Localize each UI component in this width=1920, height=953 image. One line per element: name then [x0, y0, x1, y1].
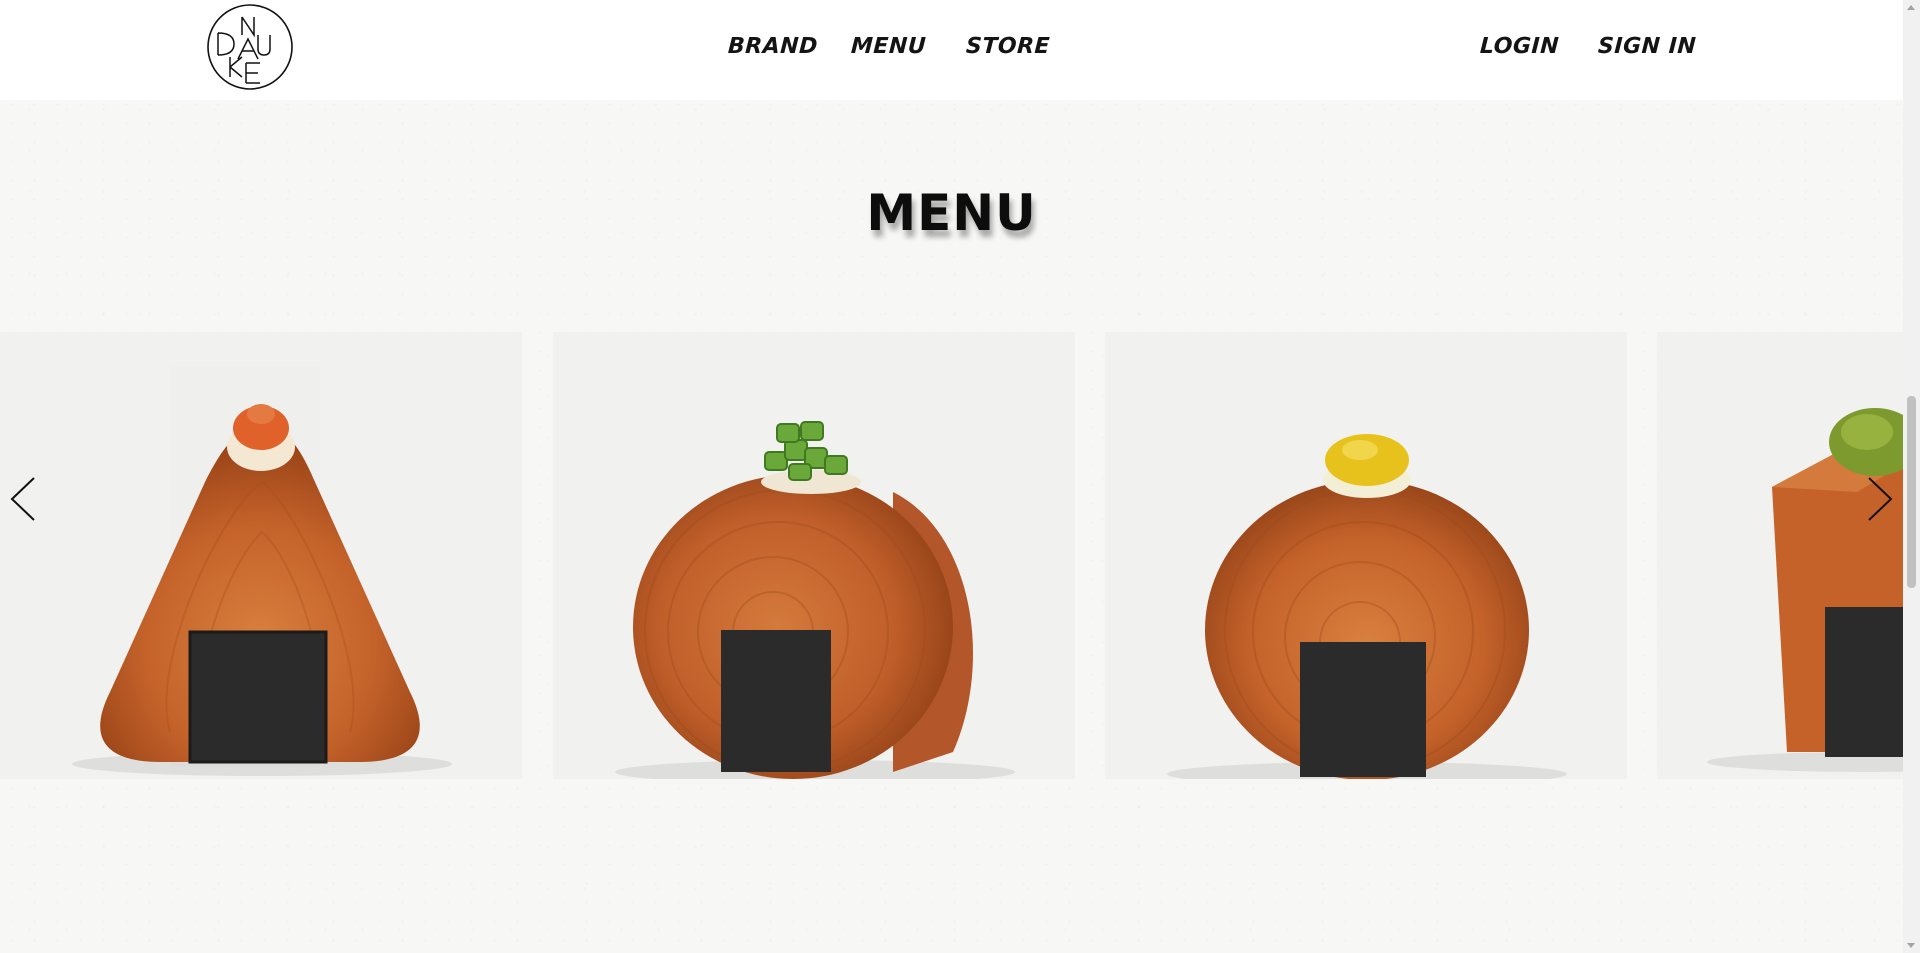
matcha-pastry-image — [1707, 408, 1903, 772]
carousel-prev-button[interactable] — [8, 476, 38, 522]
page-scrollbar[interactable] — [1903, 0, 1920, 953]
chevron-right-icon — [1868, 477, 1893, 521]
menu-item-card-triangle[interactable] — [0, 332, 522, 779]
carousel-next-button[interactable] — [1865, 476, 1895, 522]
brand-logo[interactable] — [206, 3, 294, 91]
menu-item-card-matcha[interactable] — [1657, 332, 1903, 779]
scrollbar-thumb[interactable] — [1907, 396, 1916, 588]
menu-item-card-yuzu[interactable] — [1105, 332, 1627, 779]
menu-section-title: MENU — [866, 183, 1037, 242]
triangle-pastry-image — [72, 367, 452, 776]
menu-item-card-green-onion[interactable] — [553, 332, 1075, 779]
green-onion-pastry-image — [615, 421, 1015, 779]
scroll-down-icon[interactable] — [1907, 943, 1915, 948]
nav-store-link[interactable]: STORE — [965, 34, 1050, 59]
yuzu-pastry-image — [1167, 434, 1567, 779]
nav-signin-link[interactable]: SIGN IN — [1597, 34, 1697, 59]
scroll-up-icon[interactable] — [1907, 5, 1915, 10]
nav-brand-link[interactable]: BRAND — [727, 34, 818, 59]
nav-menu-link[interactable]: MENU — [850, 34, 927, 59]
chevron-left-icon — [10, 477, 35, 521]
menu-carousel — [0, 332, 1903, 780]
site-header: BRAND MENU STORE LOGIN SIGN IN — [0, 0, 1903, 100]
nav-login-link[interactable]: LOGIN — [1479, 34, 1559, 59]
